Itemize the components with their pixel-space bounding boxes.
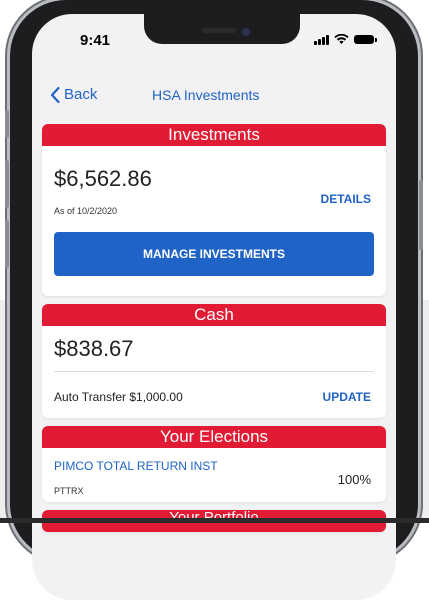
fund-name[interactable]: PIMCO TOTAL RETURN INST [54, 459, 218, 473]
manage-investments-button[interactable]: MANAGE INVESTMENTS [54, 232, 374, 276]
back-button[interactable]: Back [50, 86, 97, 103]
power-button [419, 180, 423, 250]
status-time: 9:41 [80, 32, 111, 49]
wifi-icon [334, 34, 349, 44]
phone-screen: 9:41 Back HSA Investments Investments $6… [32, 14, 396, 600]
signal-icon [314, 34, 329, 45]
cash-card: Cash $838.67 Auto Transfer $1,000.00 UPD… [42, 304, 386, 418]
battery-icon [354, 35, 377, 44]
back-label: Back [64, 86, 98, 103]
volume-up-button [5, 160, 9, 208]
content: Investments $6,562.86 As of 10/2/2020 DE… [42, 124, 386, 540]
volume-down-button [5, 220, 9, 268]
investments-card: Investments $6,562.86 As of 10/2/2020 DE… [42, 124, 386, 296]
page-title: HSA Investments [152, 87, 260, 103]
speaker [202, 28, 236, 33]
chevron-left-icon [50, 86, 60, 103]
elections-header: Your Elections [42, 426, 386, 448]
cash-header: Cash [42, 304, 386, 326]
elections-card: Your Elections PIMCO TOTAL RETURN INST P… [42, 426, 386, 502]
list-item[interactable]: PIMCO TOTAL RETURN INST PTTRX 100% [42, 448, 386, 502]
cash-balance: $838.67 [54, 336, 134, 361]
divider [54, 371, 374, 372]
auto-transfer-text: Auto Transfer $1,000.00 [54, 390, 183, 404]
investments-balance: $6,562.86 [54, 166, 152, 191]
mute-switch [5, 110, 9, 138]
fund-percent: 100% [337, 472, 371, 487]
fund-ticker: PTTRX [54, 486, 84, 496]
phone-frame: 9:41 Back HSA Investments Investments $6… [5, 0, 423, 600]
nav-bar: Back HSA Investments [32, 74, 396, 124]
front-camera [242, 28, 250, 36]
details-link[interactable]: DETAILS [321, 192, 371, 206]
status-icons [314, 34, 377, 45]
bottom-edge [0, 518, 429, 523]
investments-header: Investments [42, 124, 386, 146]
as-of-date: As of 10/2/2020 [54, 206, 118, 216]
notch [144, 14, 300, 44]
update-link[interactable]: UPDATE [323, 390, 371, 404]
